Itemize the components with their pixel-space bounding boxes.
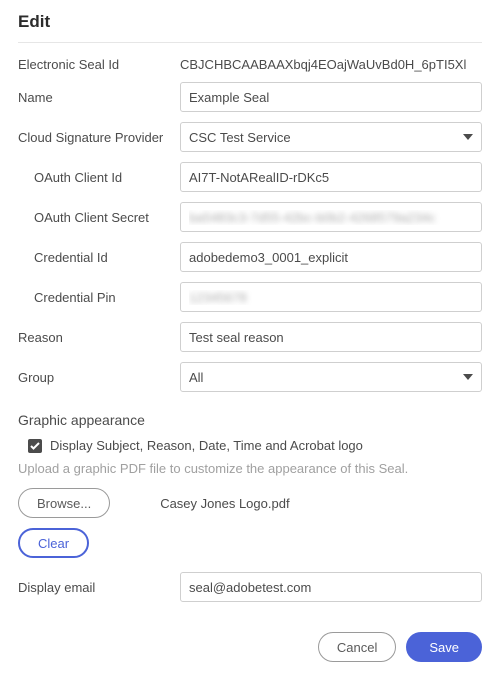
group-select[interactable]: All bbox=[180, 362, 482, 392]
row-oauth-secret: OAuth Client Secret bbox=[18, 202, 482, 232]
save-button[interactable]: Save bbox=[406, 632, 482, 662]
clear-row: Clear bbox=[18, 528, 482, 558]
browse-button[interactable]: Browse... bbox=[18, 488, 110, 518]
name-label: Name bbox=[18, 90, 180, 105]
row-seal-id: Electronic Seal Id CBJCHBCAABAAXbqj4EOaj… bbox=[18, 57, 482, 72]
name-input[interactable] bbox=[180, 82, 482, 112]
reason-label: Reason bbox=[18, 330, 180, 345]
display-checkbox-label: Display Subject, Reason, Date, Time and … bbox=[50, 438, 363, 453]
email-input[interactable] bbox=[180, 572, 482, 602]
oauth-secret-label: OAuth Client Secret bbox=[18, 210, 180, 225]
display-checkbox[interactable] bbox=[28, 439, 42, 453]
display-options-row: Display Subject, Reason, Date, Time and … bbox=[18, 438, 482, 453]
group-label: Group bbox=[18, 370, 180, 385]
email-label: Display email bbox=[18, 580, 180, 595]
csp-select[interactable]: CSC Test Service bbox=[180, 122, 482, 152]
row-oauth-id: OAuth Client Id bbox=[18, 162, 482, 192]
footer: Cancel Save bbox=[18, 632, 482, 662]
upload-hint: Upload a graphic PDF file to customize t… bbox=[18, 461, 482, 476]
row-csp: Cloud Signature Provider CSC Test Servic… bbox=[18, 122, 482, 152]
row-name: Name bbox=[18, 82, 482, 112]
csp-label: Cloud Signature Provider bbox=[18, 130, 180, 145]
check-icon bbox=[30, 442, 40, 450]
cred-pin-label: Credential Pin bbox=[18, 290, 180, 305]
upload-row: Browse... Casey Jones Logo.pdf bbox=[18, 488, 482, 518]
oauth-secret-input[interactable] bbox=[180, 202, 482, 232]
clear-button[interactable]: Clear bbox=[18, 528, 89, 558]
oauth-id-input[interactable] bbox=[180, 162, 482, 192]
row-reason: Reason bbox=[18, 322, 482, 352]
cred-id-input[interactable] bbox=[180, 242, 482, 272]
row-group: Group All bbox=[18, 362, 482, 392]
cancel-button[interactable]: Cancel bbox=[318, 632, 396, 662]
graphic-section-title: Graphic appearance bbox=[18, 412, 482, 428]
seal-id-label: Electronic Seal Id bbox=[18, 57, 180, 72]
panel-title: Edit bbox=[18, 12, 482, 43]
oauth-id-label: OAuth Client Id bbox=[18, 170, 180, 185]
row-cred-id: Credential Id bbox=[18, 242, 482, 272]
uploaded-filename: Casey Jones Logo.pdf bbox=[160, 496, 289, 511]
cred-id-label: Credential Id bbox=[18, 250, 180, 265]
edit-panel: Edit Electronic Seal Id CBJCHBCAABAAXbqj… bbox=[0, 0, 500, 678]
reason-input[interactable] bbox=[180, 322, 482, 352]
seal-id-value: CBJCHBCAABAAXbqj4EOajWaUvBd0H_6pTI5Xl bbox=[180, 57, 466, 72]
row-cred-pin: Credential Pin bbox=[18, 282, 482, 312]
cred-pin-input[interactable] bbox=[180, 282, 482, 312]
row-email: Display email bbox=[18, 572, 482, 602]
